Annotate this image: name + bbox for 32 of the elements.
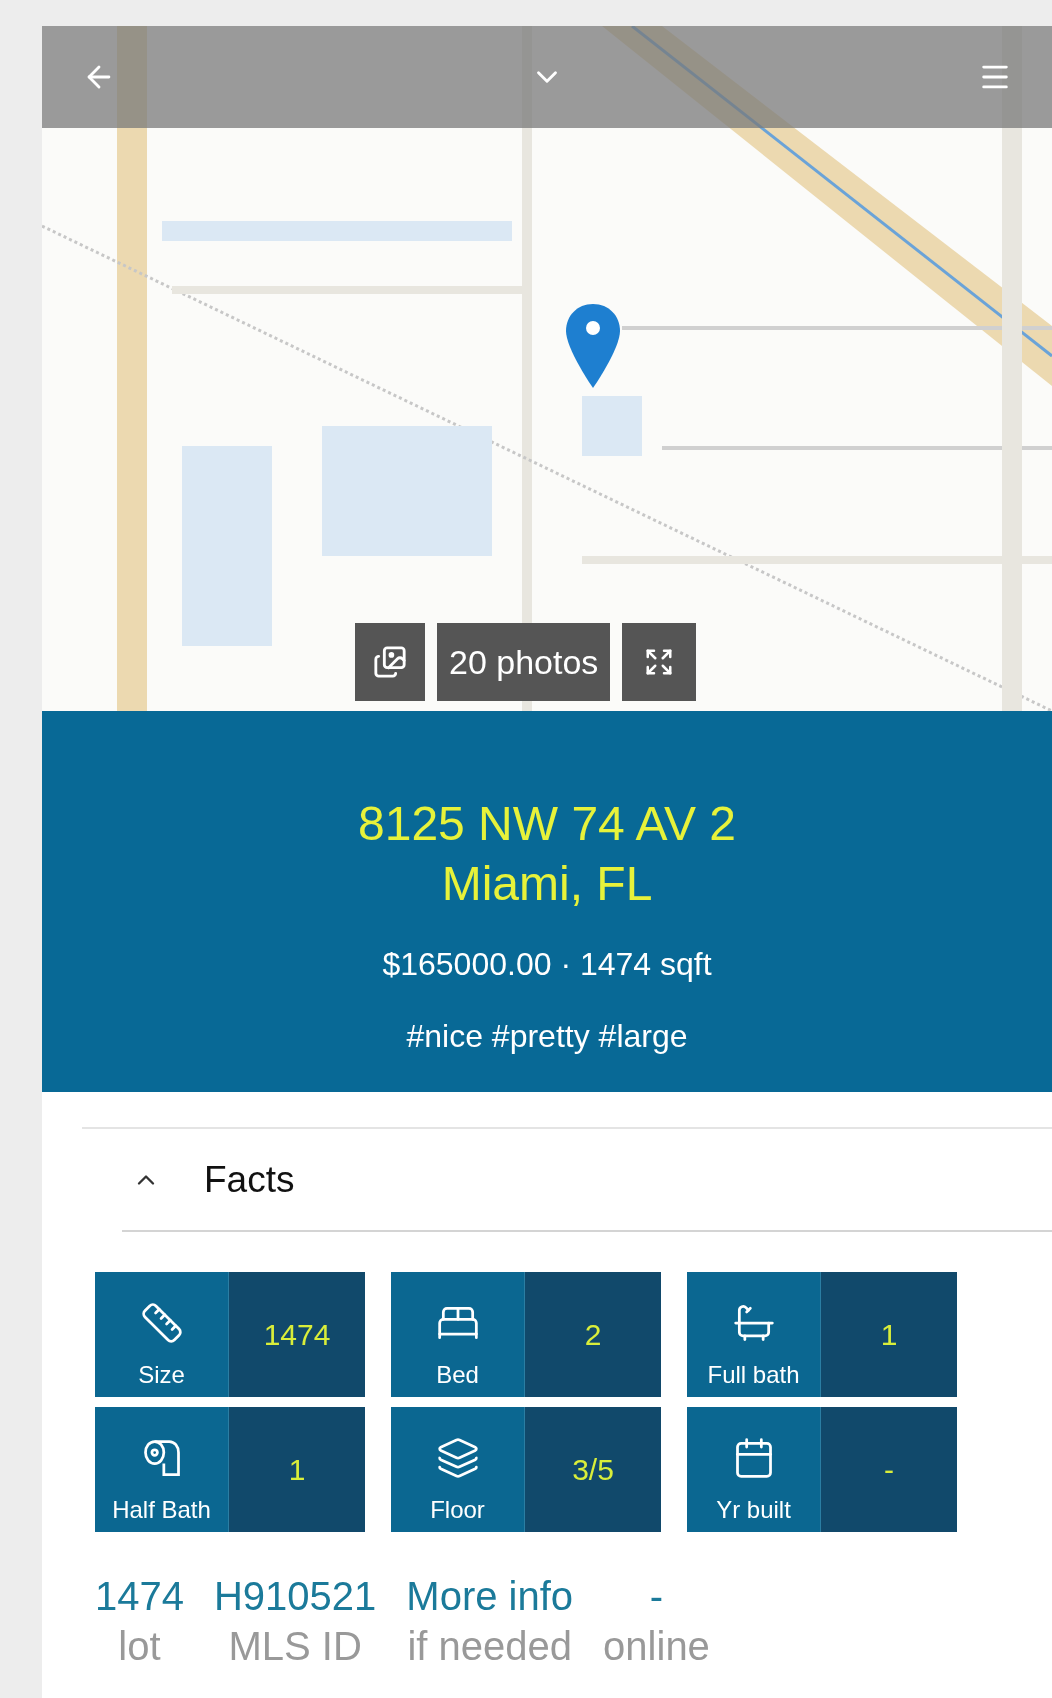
fact-label: Yr built <box>716 1495 791 1525</box>
fact-value: 1 <box>880 1317 898 1353</box>
fact-label: Half Bath <box>112 1495 211 1525</box>
fact-value: 2 <box>584 1317 602 1353</box>
fact-label: Bed <box>436 1360 479 1390</box>
fact-label: Floor <box>430 1495 485 1525</box>
city-line: Miami, FL <box>441 856 653 912</box>
expand-icon <box>644 647 675 677</box>
fact-value: 3/5 <box>572 1452 614 1488</box>
gallery-button[interactable] <box>355 623 425 701</box>
fact-value: 1 <box>288 1452 306 1488</box>
stat-value: - <box>649 1573 664 1620</box>
stat-label: lot <box>118 1623 161 1670</box>
images-icon <box>373 645 407 679</box>
stat-value: 1474 <box>95 1573 184 1620</box>
stat-label: online <box>603 1623 710 1670</box>
photos-count-button[interactable]: 20 photos <box>437 623 611 701</box>
stat-value: More info <box>406 1573 574 1620</box>
address-line: 8125 NW 74 AV 2 <box>358 796 736 852</box>
ruler-icon <box>139 1301 184 1345</box>
fullscreen-button[interactable] <box>622 623 697 701</box>
tags-text: #nice #pretty #large <box>406 1017 688 1056</box>
fact-label: Size <box>138 1360 185 1390</box>
stat-value: H910521 <box>214 1573 377 1620</box>
section-title: Facts <box>204 1157 295 1202</box>
price-summary: $165000.00 · 1474 sqft <box>382 945 712 984</box>
stat-label: if needed <box>407 1623 573 1670</box>
fact-value: - <box>884 1452 894 1488</box>
layers-icon <box>435 1436 480 1480</box>
stat-label: MLS ID <box>228 1623 362 1670</box>
fact-label: Full bath <box>707 1360 800 1390</box>
fact-value: 1474 <box>263 1317 331 1353</box>
